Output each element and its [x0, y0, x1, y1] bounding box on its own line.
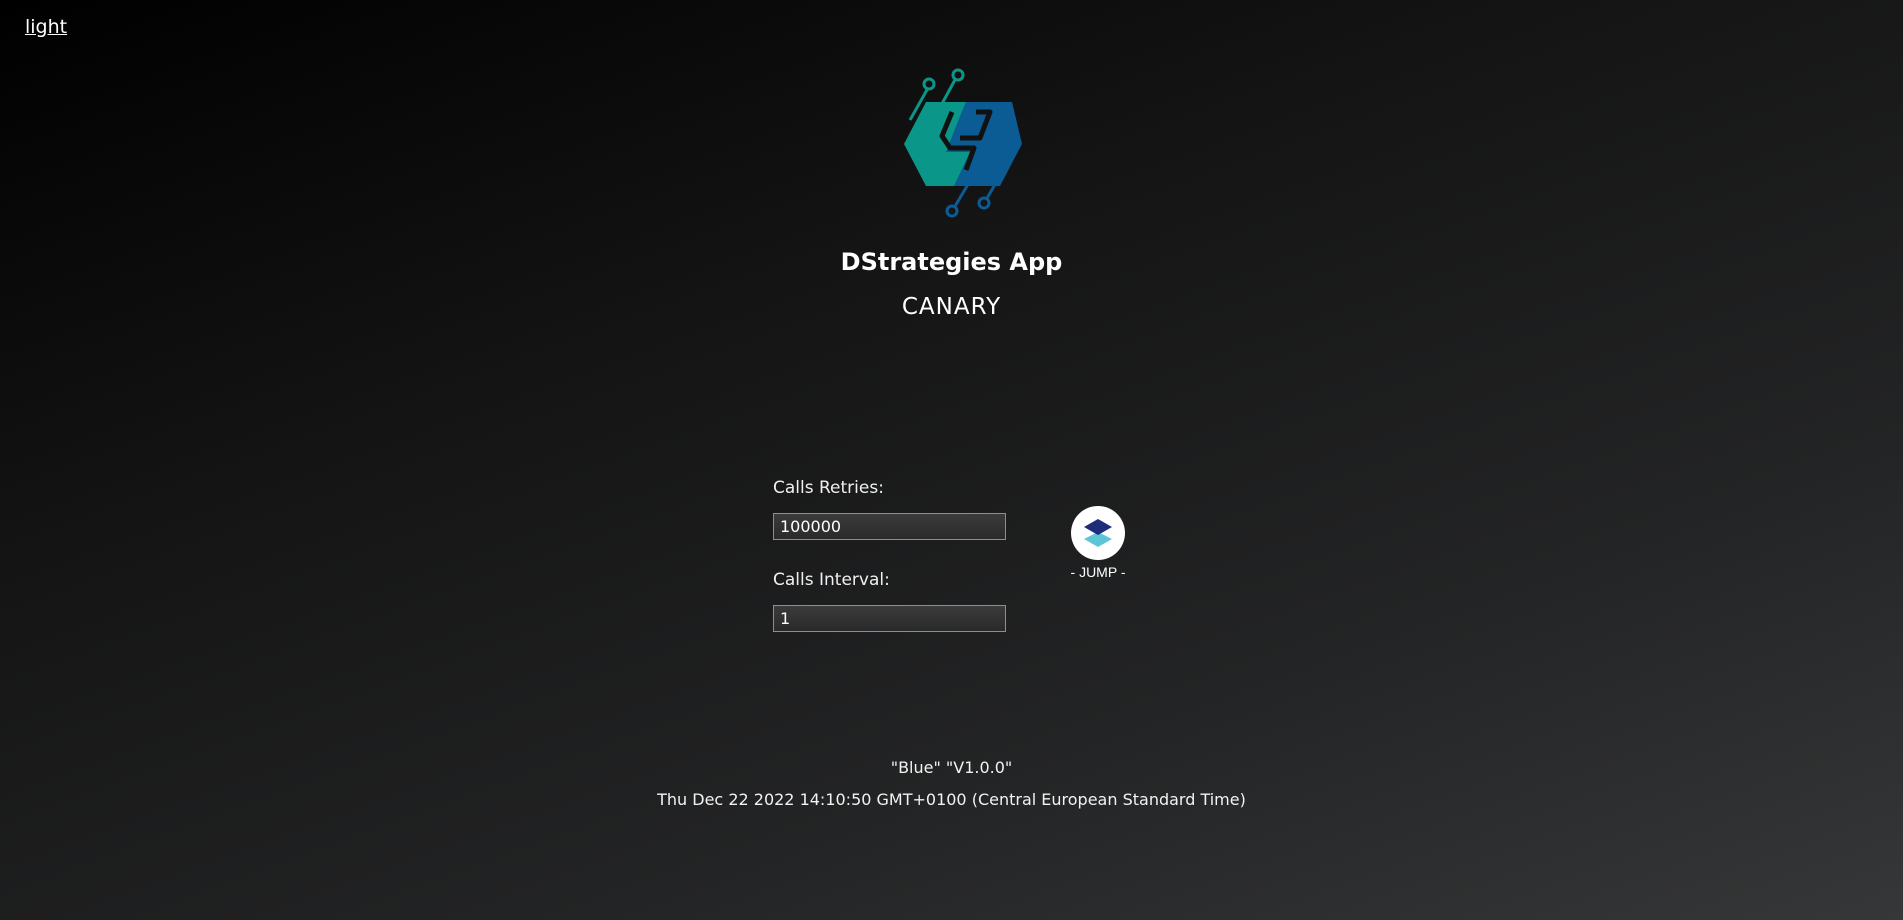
- calls-interval-label: Calls Interval:: [773, 570, 890, 590]
- jump-button[interactable]: [1071, 506, 1125, 560]
- jump-label[interactable]: - JUMP -: [1048, 564, 1148, 580]
- layers-icon: [1084, 519, 1112, 547]
- theme-toggle-link[interactable]: light: [25, 16, 67, 38]
- calls-retries-label: Calls Retries:: [773, 478, 884, 498]
- timestamp-text: Thu Dec 22 2022 14:10:50 GMT+0100 (Centr…: [657, 790, 1246, 809]
- app-title: DStrategies App: [840, 248, 1063, 276]
- version-text: "Blue" "V1.0.0": [890, 758, 1013, 777]
- calls-interval-input[interactable]: [773, 605, 1006, 632]
- release-channel-label: CANARY: [901, 294, 1002, 320]
- dstrategies-logo-icon: [904, 68, 1022, 218]
- calls-retries-input[interactable]: [773, 513, 1006, 540]
